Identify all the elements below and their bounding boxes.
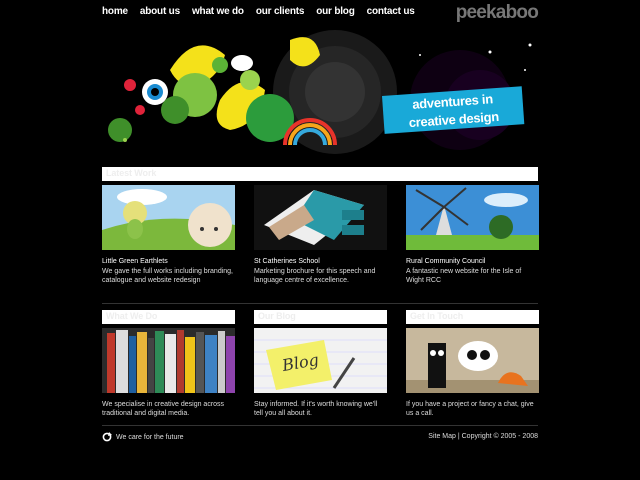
footer-tagline: We care for the future <box>116 433 184 441</box>
nav-home[interactable]: home <box>102 6 128 17</box>
hero-banner: adventures in creative design <box>100 30 540 155</box>
books-thumbnail[interactable] <box>102 328 235 393</box>
site-map-link[interactable]: Site Map <box>428 433 456 440</box>
footer-tagline-area: We care for the future <box>102 432 184 442</box>
work-card-rural-community[interactable]: Rural Community Council A fantastic new … <box>406 185 539 285</box>
feature-card-what-we-do[interactable]: We specialise in creative design across … <box>102 328 235 418</box>
nav-about-us[interactable]: about us <box>140 6 180 17</box>
recycle-icon <box>102 432 112 442</box>
feature-card-our-blog[interactable]: Blog Stay informed. If it's worth knowin… <box>254 328 387 418</box>
get-in-touch-header: Get In Touch <box>406 310 539 324</box>
nav-contact-us[interactable]: contact us <box>367 6 415 17</box>
footer-links: Site Map | Copyright © 2005 - 2008 <box>428 433 538 440</box>
copyright-text: | Copyright © 2005 - 2008 <box>457 433 538 440</box>
feature-card-desc: If you have a project or fancy a chat, g… <box>406 401 534 417</box>
nav-what-we-do[interactable]: what we do <box>192 6 244 17</box>
work-card-title[interactable]: St Catherines School <box>254 257 387 266</box>
work-card-desc: We gave the full works including brandin… <box>102 268 234 284</box>
get-in-touch-heading: Get In Touch <box>410 311 464 321</box>
toys-thumbnail[interactable] <box>406 328 539 393</box>
section-divider <box>102 303 538 304</box>
our-blog-header: Our Blog <box>254 310 387 324</box>
page: home about us what we do our clients our… <box>0 0 640 480</box>
site-logo[interactable]: peekaboo <box>456 2 539 24</box>
nav-our-clients[interactable]: our clients <box>256 6 305 17</box>
work-card-title[interactable]: Rural Community Council <box>406 257 539 266</box>
rural-community-thumbnail[interactable] <box>406 185 539 250</box>
latest-work-header: Latest Work <box>102 167 538 181</box>
feature-card-desc: We specialise in creative design across … <box>102 401 225 417</box>
work-card-desc: Marketing brochure for this speech and l… <box>254 268 376 284</box>
nav-our-blog[interactable]: our blog <box>316 6 355 17</box>
work-card-desc: A fantastic new website for the Isle of … <box>406 268 522 284</box>
st-catherines-thumbnail[interactable] <box>254 185 387 250</box>
feature-card-get-in-touch[interactable]: If you have a project or fancy a chat, g… <box>406 328 539 418</box>
work-card-title[interactable]: Little Green Earthlets <box>102 257 235 266</box>
what-we-do-heading: What We Do <box>106 311 158 321</box>
latest-work-heading: Latest Work <box>106 168 157 178</box>
our-blog-heading: Our Blog <box>258 311 296 321</box>
earthlets-thumbnail[interactable] <box>102 185 235 250</box>
feature-card-desc: Stay informed. If it's worth knowing we'… <box>254 401 378 417</box>
blog-thumbnail[interactable]: Blog <box>254 328 387 393</box>
footer-divider <box>102 425 538 426</box>
what-we-do-header: What We Do <box>102 310 235 324</box>
main-nav: home about us what we do our clients our… <box>102 6 427 17</box>
work-card-st-catherines[interactable]: St Catherines School Marketing brochure … <box>254 185 387 285</box>
work-card-earthlets[interactable]: Little Green Earthlets We gave the full … <box>102 185 235 285</box>
